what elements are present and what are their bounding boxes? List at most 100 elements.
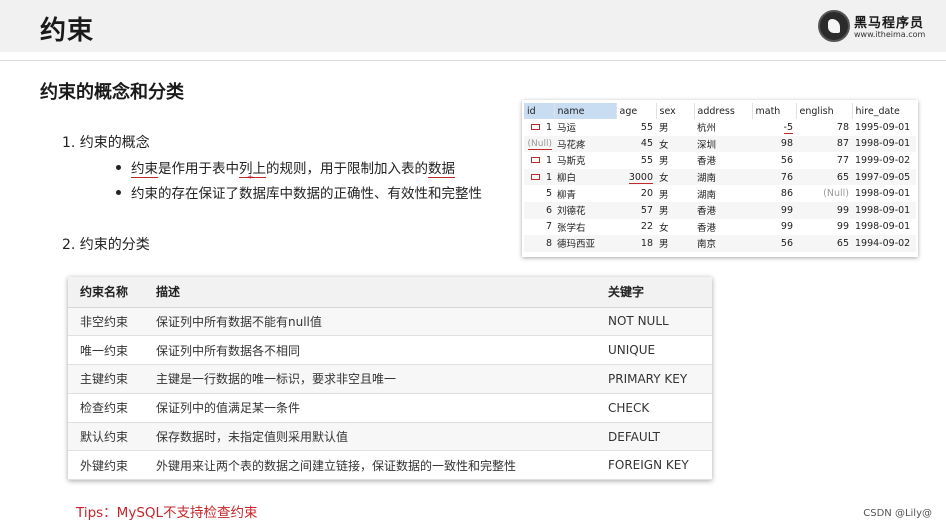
cell-english: 99	[796, 201, 852, 219]
constraint-description: 保证列中所有数据不能有null值	[144, 307, 596, 337]
cell-name: 张学右	[557, 222, 586, 234]
column-header-id[interactable]: id	[524, 103, 555, 119]
cell-math: 76	[752, 168, 796, 186]
cell-name: 德玛西亚	[554, 235, 616, 252]
cell-id: (Null)	[524, 135, 554, 153]
sample-header-row: id name age sex address math english hir…	[524, 103, 916, 119]
cell-id: 8	[524, 235, 554, 252]
table-row[interactable]: 1 马运 55 男 杭州 -5 78 1995-09-01	[524, 119, 916, 136]
column-header-name[interactable]: name	[554, 103, 617, 119]
cell-name: 马花疼	[554, 135, 616, 153]
constraint-header-row: 约束名称 描述 关键字	[68, 277, 712, 308]
constraint-description: 主键是一行数据的唯一标识，要求非空且唯一	[144, 364, 596, 394]
cell-address: 湖南	[697, 189, 717, 201]
cell-math: 98	[752, 135, 796, 153]
cell-id: 7	[545, 221, 552, 233]
table-row[interactable]: 6 刘德花 57 男 香港 99 99 1998-09-01	[524, 201, 916, 219]
constraint-row: 主键约束 主键是一行数据的唯一标识，要求非空且唯一 PRIMARY KEY	[68, 364, 712, 394]
table-row[interactable]: 5 柳青 20 男 湖南 86 (Null) 1998-09-01	[524, 185, 916, 202]
brand-logo: 黑马程序员 www.itheima.com	[818, 10, 928, 44]
cell-sex: 男	[659, 156, 669, 168]
brand-url: www.itheima.com	[854, 30, 926, 39]
cell-english: (Null)	[823, 188, 849, 200]
cell-math: 99	[780, 221, 793, 233]
concept-heading: 1. 约束的概念	[62, 135, 150, 151]
annotation-box-icon	[530, 157, 540, 164]
table-row[interactable]: (Null) 马花疼 45 女 深圳 98 87 1998-09-01	[524, 135, 916, 153]
bullet-dot-icon	[116, 164, 121, 170]
cell-id: 1	[524, 152, 554, 169]
cell-hire-date: 1994-09-02	[852, 235, 916, 252]
slide-title: 约束	[40, 16, 95, 46]
cell-sex: 男	[659, 189, 669, 201]
cell-id: 5	[545, 188, 552, 200]
cell-age: 55	[640, 121, 653, 133]
bullet-text: 约束的存在保证了数据库中数据的正确性、有效性和完整性	[131, 186, 482, 202]
cell-address: 湖南	[694, 168, 752, 186]
tips-note: Tips：MySQL不支持检查约束	[76, 505, 258, 521]
cell-hire-date: 1998-09-01	[852, 201, 916, 219]
table-row[interactable]: 1 柳白 3000 女 湖南 76 65 1997-09-05	[524, 168, 916, 186]
constraint-row: 非空约束 保证列中所有数据不能有null值 NOT NULL	[68, 307, 712, 337]
constraint-name: 非空约束	[68, 307, 144, 337]
constraint-keyword: NOT NULL	[596, 307, 712, 337]
concept-bullet-2: 约束的存在保证了数据库中数据的正确性、有效性和完整性	[116, 182, 482, 202]
column-header-address[interactable]: address	[694, 103, 753, 119]
cell-english: 87	[796, 135, 852, 153]
cell-name: 马斯克	[557, 156, 586, 168]
constraint-keyword: DEFAULT	[596, 422, 712, 452]
constraint-row: 唯一约束 保证列中所有数据各不相同 UNIQUE	[68, 335, 712, 366]
cell-name: 柳青	[557, 189, 577, 201]
column-header-english[interactable]: english	[796, 103, 853, 119]
cell-address: 香港	[697, 222, 717, 234]
header-keyword: 关键字	[596, 277, 712, 308]
classification-heading: 2. 约束的分类	[62, 237, 150, 253]
constraint-keyword: CHECK	[596, 393, 712, 423]
table-row[interactable]: 1 马斯克 55 男 香港 56 77 1999-09-02	[524, 152, 916, 169]
cell-sex: 男	[656, 235, 694, 252]
bullet-text: 的规则，用于限制加入表的	[266, 161, 428, 177]
keyword-constraint: 约束	[131, 161, 158, 178]
constraint-row: 检查约束 保证列中的值满足某一条件 CHECK	[68, 393, 712, 423]
constraint-table: 约束名称 描述 关键字 非空约束 保证列中所有数据不能有null值 NOT NU…	[68, 277, 712, 481]
cell-sex: 女	[656, 168, 694, 186]
cell-id: 6	[524, 201, 554, 219]
cell-math: 99	[752, 201, 796, 219]
constraint-name: 默认约束	[68, 422, 144, 452]
cell-english: 65	[796, 168, 852, 186]
cell-english: 78	[836, 121, 849, 133]
bullet-dot-icon	[116, 189, 121, 195]
cell-name: 马运	[557, 123, 577, 135]
table-row[interactable]: 8 德玛西亚 18 男 南京 56 65 1994-09-02	[524, 235, 916, 252]
watermark: CSDN @Lily@	[863, 508, 932, 519]
constraint-row: 默认约束 保存数据时，未指定值则采用默认值 DEFAULT	[68, 422, 712, 452]
cell-sex: 男	[659, 123, 669, 135]
column-header-hire-date[interactable]: hire_date	[852, 103, 916, 119]
table-row[interactable]: 7 张学右 22 女 香港 99 99 1998-09-01	[524, 219, 916, 236]
cell-age: 20	[640, 188, 653, 200]
cell-age: 55	[640, 154, 653, 166]
bullet-text: 是作用于表中	[158, 161, 239, 177]
cell-hire-date: 1995-09-01	[855, 121, 911, 133]
annotation-box-icon	[530, 174, 540, 181]
header-description: 描述	[144, 277, 596, 308]
column-header-sex[interactable]: sex	[656, 103, 695, 119]
cell-address: 杭州	[697, 123, 717, 135]
cell-sex: 女	[656, 135, 694, 153]
constraint-keyword: FOREIGN KEY	[596, 450, 712, 481]
cell-age: 22	[640, 221, 653, 233]
cell-english: 77	[836, 154, 849, 166]
cell-address: 香港	[694, 201, 752, 219]
concept-bullet-1: 约束是作用于表中列上的规则，用于限制加入表的数据	[116, 157, 455, 178]
column-header-math[interactable]: math	[752, 103, 797, 119]
constraint-description: 保存数据时，未指定值则采用默认值	[144, 422, 596, 452]
column-header-age[interactable]: age	[616, 103, 657, 119]
cell-name: 柳白	[554, 168, 616, 186]
cell-id: 1	[524, 119, 554, 136]
horse-logo-icon	[818, 10, 850, 42]
cell-hire-date: 1999-09-02	[855, 154, 911, 166]
cell-math: 56	[752, 235, 796, 252]
constraint-description: 保证列中的值满足某一条件	[144, 393, 596, 423]
cell-english: 99	[836, 221, 849, 233]
cell-id: 1	[524, 168, 554, 186]
